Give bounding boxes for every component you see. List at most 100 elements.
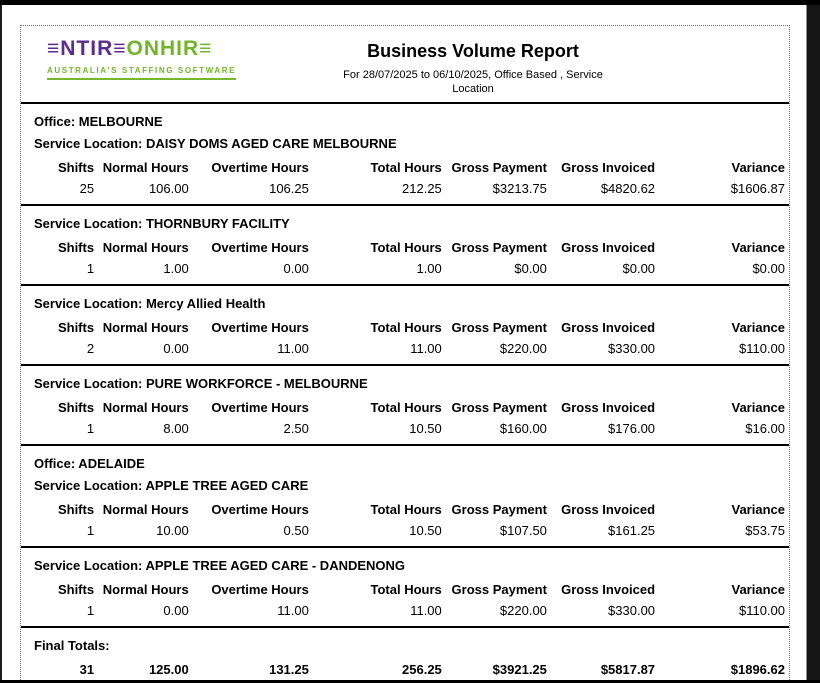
cell-overtime-hours: 11.00 bbox=[189, 338, 309, 359]
report-subtitle-line1: For 28/07/2025 to 06/10/2025, Office Bas… bbox=[247, 68, 699, 82]
cell-variance: $110.00 bbox=[655, 338, 785, 359]
col-overtime-hours: Overtime Hours bbox=[189, 397, 309, 418]
total-overtime-hours: 131.25 bbox=[189, 659, 309, 680]
table-header-row: Shifts Normal Hours Overtime Hours Total… bbox=[34, 499, 785, 520]
col-shifts: Shifts bbox=[34, 579, 94, 600]
table-row: 31 125.00 131.25 256.25 $3921.25 $5817.8… bbox=[34, 659, 785, 680]
cell-overtime-hours: 0.00 bbox=[189, 258, 309, 279]
col-shifts: Shifts bbox=[34, 397, 94, 418]
total-gross-invoiced: $5817.87 bbox=[547, 659, 655, 680]
col-shifts: Shifts bbox=[34, 499, 94, 520]
col-normal-hours: Normal Hours bbox=[94, 157, 189, 178]
final-totals-section: Final Totals: 31 125.00 131.25 256.25 $3… bbox=[21, 628, 789, 683]
office-heading: Office: ADELAIDE bbox=[34, 453, 785, 475]
cell-overtime-hours: 2.50 bbox=[189, 418, 309, 439]
cell-variance: $53.75 bbox=[655, 520, 785, 541]
report-section: Service Location: THORNBURY FACILITY Shi… bbox=[21, 206, 789, 286]
col-gross-payment: Gross Payment bbox=[442, 579, 547, 600]
total-gross-payment: $3921.25 bbox=[442, 659, 547, 680]
logo-wordmark-onhire: ONHIR≡ bbox=[127, 37, 213, 60]
col-gross-invoiced: Gross Invoiced bbox=[547, 499, 655, 520]
logo-wordmark-entire: ≡NTIR≡ bbox=[47, 37, 127, 60]
cell-normal-hours: 1.00 bbox=[94, 258, 189, 279]
col-gross-payment: Gross Payment bbox=[442, 317, 547, 338]
cell-gross-payment: $3213.75 bbox=[442, 178, 547, 199]
cell-normal-hours: 0.00 bbox=[94, 600, 189, 621]
volume-table: Shifts Normal Hours Overtime Hours Total… bbox=[34, 397, 785, 439]
col-gross-invoiced: Gross Invoiced bbox=[547, 237, 655, 258]
col-total-hours: Total Hours bbox=[309, 317, 442, 338]
col-variance: Variance bbox=[655, 579, 785, 600]
report-header: ≡NTIR≡ONHIR≡ AUSTRALIA'S STAFFING SOFTWA… bbox=[21, 26, 789, 104]
report-section: Office: MELBOURNE Service Location: DAIS… bbox=[21, 104, 789, 206]
col-variance: Variance bbox=[655, 237, 785, 258]
service-location-heading: Service Location: APPLE TREE AGED CARE -… bbox=[34, 555, 785, 577]
cell-normal-hours: 10.00 bbox=[94, 520, 189, 541]
table-row: 25 106.00 106.25 212.25 $3213.75 $4820.6… bbox=[34, 178, 785, 199]
logo-tagline: AUSTRALIA'S STAFFING SOFTWARE bbox=[47, 64, 236, 80]
cell-gross-invoiced: $161.25 bbox=[547, 520, 655, 541]
col-gross-invoiced: Gross Invoiced bbox=[547, 397, 655, 418]
volume-table: Shifts Normal Hours Overtime Hours Total… bbox=[34, 237, 785, 279]
table-header-row: Shifts Normal Hours Overtime Hours Total… bbox=[34, 157, 785, 178]
report-title-block: Business Volume Report For 28/07/2025 to… bbox=[247, 38, 789, 96]
report-title: Business Volume Report bbox=[247, 40, 699, 62]
cell-gross-invoiced: $176.00 bbox=[547, 418, 655, 439]
logo-wordmark: ≡NTIR≡ONHIR≡ bbox=[47, 38, 247, 60]
cell-shifts: 25 bbox=[34, 178, 94, 199]
cell-overtime-hours: 11.00 bbox=[189, 600, 309, 621]
col-overtime-hours: Overtime Hours bbox=[189, 317, 309, 338]
col-normal-hours: Normal Hours bbox=[94, 237, 189, 258]
cell-total-hours: 11.00 bbox=[309, 600, 442, 621]
service-location-heading: Service Location: DAISY DOMS AGED CARE M… bbox=[34, 133, 785, 155]
col-overtime-hours: Overtime Hours bbox=[189, 237, 309, 258]
col-gross-payment: Gross Payment bbox=[442, 397, 547, 418]
cell-gross-invoiced: $0.00 bbox=[547, 258, 655, 279]
col-gross-invoiced: Gross Invoiced bbox=[547, 579, 655, 600]
cell-gross-payment: $0.00 bbox=[442, 258, 547, 279]
col-total-hours: Total Hours bbox=[309, 579, 442, 600]
table-row: 1 0.00 11.00 11.00 $220.00 $330.00 $110.… bbox=[34, 600, 785, 621]
col-overtime-hours: Overtime Hours bbox=[189, 499, 309, 520]
table-header-row: Shifts Normal Hours Overtime Hours Total… bbox=[34, 317, 785, 338]
col-variance: Variance bbox=[655, 397, 785, 418]
report-section: Service Location: Mercy Allied Health Sh… bbox=[21, 286, 789, 366]
table-header-row: Shifts Normal Hours Overtime Hours Total… bbox=[34, 579, 785, 600]
volume-table: Shifts Normal Hours Overtime Hours Total… bbox=[34, 579, 785, 621]
entireonhire-logo: ≡NTIR≡ONHIR≡ AUSTRALIA'S STAFFING SOFTWA… bbox=[47, 38, 247, 80]
window-left-edge bbox=[0, 0, 2, 683]
cell-shifts: 2 bbox=[34, 338, 94, 359]
col-shifts: Shifts bbox=[34, 157, 94, 178]
report-window: ≡NTIR≡ONHIR≡ AUSTRALIA'S STAFFING SOFTWA… bbox=[0, 0, 820, 683]
service-location-heading: Service Location: Mercy Allied Health bbox=[34, 293, 785, 315]
cell-gross-payment: $160.00 bbox=[442, 418, 547, 439]
col-shifts: Shifts bbox=[34, 317, 94, 338]
col-total-hours: Total Hours bbox=[309, 499, 442, 520]
report-container: ≡NTIR≡ONHIR≡ AUSTRALIA'S STAFFING SOFTWA… bbox=[20, 25, 790, 680]
cell-shifts: 1 bbox=[34, 600, 94, 621]
volume-table: Shifts Normal Hours Overtime Hours Total… bbox=[34, 317, 785, 359]
total-normal-hours: 125.00 bbox=[94, 659, 189, 680]
report-subtitle: For 28/07/2025 to 06/10/2025, Office Bas… bbox=[247, 68, 699, 96]
report-section: Service Location: APPLE TREE AGED CARE -… bbox=[21, 548, 789, 628]
col-normal-hours: Normal Hours bbox=[94, 579, 189, 600]
total-variance: $1896.62 bbox=[655, 659, 785, 680]
cell-total-hours: 10.50 bbox=[309, 418, 442, 439]
cell-total-hours: 10.50 bbox=[309, 520, 442, 541]
cell-shifts: 1 bbox=[34, 520, 94, 541]
cell-total-hours: 1.00 bbox=[309, 258, 442, 279]
service-location-heading: Service Location: APPLE TREE AGED CARE bbox=[34, 475, 785, 497]
cell-gross-invoiced: $330.00 bbox=[547, 338, 655, 359]
cell-variance: $16.00 bbox=[655, 418, 785, 439]
col-gross-invoiced: Gross Invoiced bbox=[547, 317, 655, 338]
cell-overtime-hours: 106.25 bbox=[189, 178, 309, 199]
col-overtime-hours: Overtime Hours bbox=[189, 157, 309, 178]
volume-table: Shifts Normal Hours Overtime Hours Total… bbox=[34, 499, 785, 541]
report-section: Office: ADELAIDE Service Location: APPLE… bbox=[21, 446, 789, 548]
total-total-hours: 256.25 bbox=[309, 659, 442, 680]
cell-normal-hours: 106.00 bbox=[94, 178, 189, 199]
report-subtitle-line2: Location bbox=[247, 82, 699, 96]
table-row: 1 10.00 0.50 10.50 $107.50 $161.25 $53.7… bbox=[34, 520, 785, 541]
table-row: 2 0.00 11.00 11.00 $220.00 $330.00 $110.… bbox=[34, 338, 785, 359]
col-gross-invoiced: Gross Invoiced bbox=[547, 157, 655, 178]
